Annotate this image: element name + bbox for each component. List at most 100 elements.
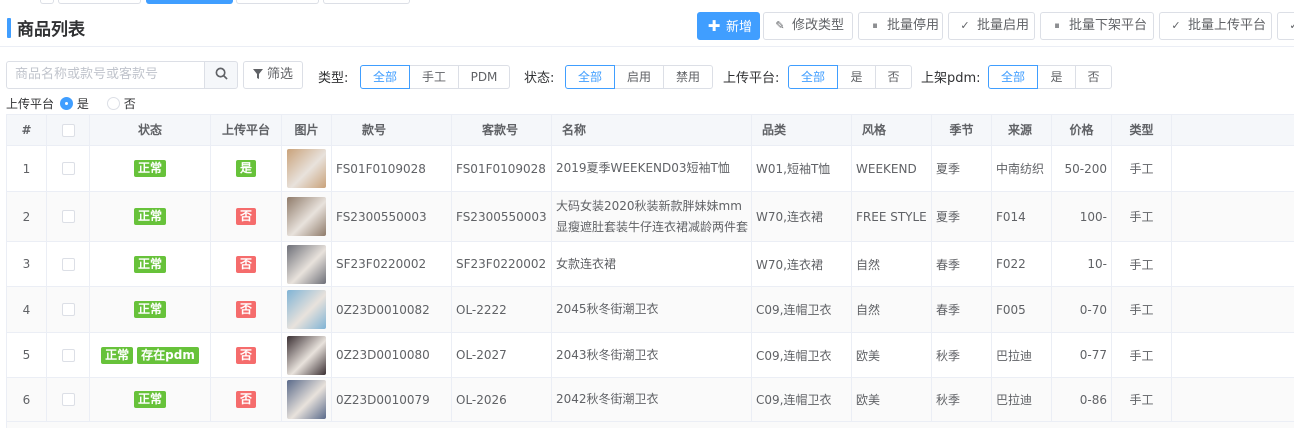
add-button[interactable]: ✚ 新增 <box>697 12 760 40</box>
column-header: # <box>7 115 47 146</box>
upload-cell: 否 <box>211 192 282 241</box>
season-cell: 夏季 <box>932 146 992 191</box>
table-row[interactable]: 5 正常 存在pdm 否 0Z23D0010080 OL-2027 2043秋冬街潮卫衣 C0… <box>7 333 1294 378</box>
type-cell: 手工 <box>1112 146 1172 191</box>
row-checkbox-cell <box>47 192 90 241</box>
row-index: 1 <box>7 146 47 191</box>
filter-option[interactable]: 全部 <box>988 65 1038 89</box>
product-name: 2045秋冬街潮卫衣 <box>556 302 659 316</box>
row-index: 5 <box>7 333 47 377</box>
table-row[interactable]: 1 正常 是 FS01F0109028 FS01F0109028 2019夏季WEEKEN… <box>7 146 1294 192</box>
toolbar-button[interactable]: ✎ 修改类型 <box>763 12 853 40</box>
category-cell: C09,连帽卫衣 <box>752 333 852 377</box>
filter-option[interactable]: 全部 <box>360 65 410 89</box>
top-tab[interactable] <box>236 0 319 4</box>
top-tab-active[interactable] <box>146 0 233 4</box>
row-checkbox-cell <box>47 242 90 286</box>
product-name: 2043秋冬街潮卫衣 <box>556 347 659 362</box>
name-cell: 2042秋冬街潮卫衣 <box>552 378 752 421</box>
radio-yes[interactable] <box>59 97 73 110</box>
source-cell: 巴拉迪 <box>992 333 1052 377</box>
image-cell <box>282 287 332 332</box>
radio-no[interactable] <box>106 97 120 110</box>
price-cell: 100- <box>1052 192 1112 241</box>
toolbar-button[interactable]: ⏸ 批量下架平台 <box>1040 12 1154 40</box>
search-input[interactable]: 商品名称或款号或客款号 <box>6 61 205 89</box>
filter-option[interactable]: 全部 <box>788 65 838 89</box>
table-row[interactable] <box>7 422 1294 428</box>
filter-option[interactable]: 是 <box>837 65 876 89</box>
upload-platform-radio-group: 上传平台 是 否 <box>6 95 150 113</box>
toolbar-button[interactable]: ✓ 批量启用 <box>948 12 1035 40</box>
table-row[interactable]: 3 正常 否 SF23F0220002 SF23F0220002 女款连衣裙 W70,连衣裙… <box>7 242 1294 287</box>
filter-option[interactable]: 禁用 <box>663 65 713 89</box>
product-thumbnail[interactable] <box>287 335 326 375</box>
column-header: 品类 <box>752 115 852 146</box>
category-cell: W70,连衣裙 <box>752 192 852 241</box>
style-cell: 自然 <box>852 242 932 286</box>
season-cell: 春季 <box>932 242 992 286</box>
column-header: 名称 <box>552 115 752 146</box>
product-thumbnail[interactable] <box>287 380 326 419</box>
select-all-checkbox[interactable] <box>61 124 75 137</box>
column-header: 客款号 <box>452 115 552 146</box>
check-icon: ✓ <box>960 19 970 32</box>
table-row[interactable]: 4 正常 否 0Z23D0010082 OL-2222 2045秋冬街潮卫衣 C09,连帽卫… <box>7 287 1294 333</box>
radio-no-label: 否 <box>123 97 136 111</box>
toolbar-button-overflow[interactable]: ✓ <box>1277 12 1294 40</box>
upload-cell: 否 <box>211 333 282 377</box>
price-cell: 10- <box>1052 242 1112 286</box>
filter-label: 类型: <box>318 71 349 86</box>
filter-option[interactable]: 启用 <box>614 65 664 89</box>
row-index: 4 <box>7 287 47 332</box>
filter-option[interactable]: 是 <box>1037 65 1076 89</box>
row-checkbox[interactable] <box>61 210 75 223</box>
table-row[interactable]: 6 正常 否 0Z23D0010079 OL-2026 2042秋冬街潮卫衣 C09,连帽卫… <box>7 378 1294 422</box>
toolbar-button[interactable]: ✓ 批量上传平台 <box>1159 12 1272 40</box>
product-thumbnail[interactable] <box>287 197 326 236</box>
toolbar-button-label: 批量下架平台 <box>1069 18 1148 33</box>
category-cell: W70,连衣裙 <box>752 242 852 286</box>
category-cell: C09,连帽卫衣 <box>752 378 852 421</box>
top-tab[interactable] <box>323 0 410 4</box>
category-cell: C09,连帽卫衣 <box>752 287 852 332</box>
table-row[interactable]: 2 正常否 FS2300550003 FS2300550003 大码女装2020秋装新款… <box>7 192 1294 242</box>
toolbar-button-label: 批量上传平台 <box>1188 18 1267 33</box>
upload-badge: 否 <box>235 208 256 225</box>
name-cell: 2045秋冬街潮卫衣 <box>552 287 752 332</box>
client-code-cell: OL-2026 <box>452 378 552 421</box>
status-badge: 正常 <box>133 255 166 273</box>
filter-option[interactable]: 手工 <box>409 65 459 89</box>
filter-label: 上架pdm: <box>921 71 981 86</box>
product-name: 2019夏季WEEKEND03短袖T恤 <box>556 161 730 175</box>
filter-button[interactable]: 筛选 <box>243 61 303 89</box>
row-checkbox[interactable] <box>61 162 75 175</box>
search-button[interactable] <box>204 61 238 89</box>
row-checkbox[interactable] <box>61 257 75 271</box>
filter-option[interactable]: 否 <box>1075 65 1112 89</box>
product-thumbnail[interactable] <box>287 149 326 188</box>
toolbar-button[interactable]: ⏸ 批量停用 <box>858 12 943 40</box>
row-checkbox[interactable] <box>61 348 75 362</box>
column-header: 状态 <box>90 115 211 146</box>
upload-platform-label: 上传平台 <box>6 97 55 111</box>
top-tab[interactable] <box>40 0 54 4</box>
source-cell: 中南纺织 <box>992 146 1052 191</box>
status-badge: 正常 <box>101 346 134 364</box>
status-cell: 正常 <box>90 287 211 332</box>
image-cell <box>282 242 332 286</box>
row-index: 2 <box>7 192 47 241</box>
product-thumbnail[interactable] <box>287 290 326 329</box>
code-cell: FS01F0109028 <box>332 146 452 191</box>
filter-option[interactable]: PDM <box>458 65 510 89</box>
type-cell: 手工 <box>1112 242 1172 286</box>
top-tab[interactable] <box>58 0 141 4</box>
upload-badge: 否 <box>235 391 256 408</box>
row-checkbox[interactable] <box>61 393 75 406</box>
filter-option[interactable]: 否 <box>875 65 912 89</box>
product-thumbnail[interactable] <box>287 244 326 284</box>
filter-option[interactable]: 全部 <box>565 65 615 89</box>
table-header: # 状态 上传平台 图片 款号 客款号 名称 品类 风格 季节 来源 价格 类型 <box>7 114 1294 146</box>
column-header: 上传平台 <box>211 115 282 146</box>
row-checkbox[interactable] <box>61 303 75 316</box>
